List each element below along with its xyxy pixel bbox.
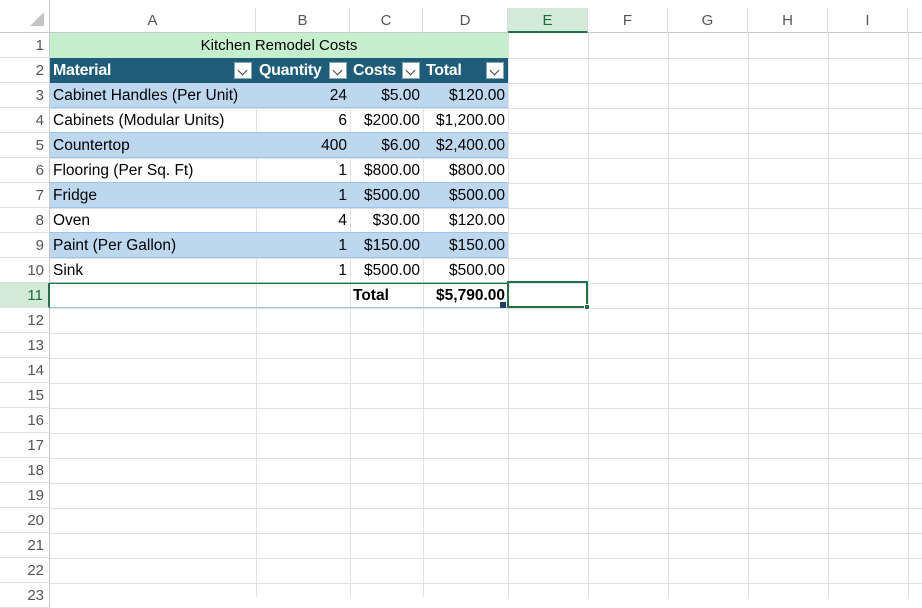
row-header-13[interactable]: 13 — [0, 333, 50, 358]
cell-quantity[interactable]: 1 — [256, 183, 350, 208]
gridline — [50, 583, 922, 584]
row-header-2[interactable]: 2 — [0, 58, 50, 83]
cell-material[interactable]: Cabinet Handles (Per Unit) — [50, 83, 256, 108]
gridline — [748, 33, 749, 597]
row-header-7[interactable]: 7 — [0, 183, 50, 208]
gridline — [50, 533, 922, 534]
cell-costs[interactable]: $200.00 — [350, 108, 423, 133]
row-header-8[interactable]: 8 — [0, 208, 50, 233]
row-header-18[interactable]: 18 — [0, 458, 50, 483]
row-header-4[interactable]: 4 — [0, 108, 50, 133]
cell-costs[interactable]: $150.00 — [350, 233, 423, 258]
column-header-g[interactable]: G — [668, 8, 748, 33]
cell-total[interactable]: $1,200.00 — [423, 108, 508, 133]
table-resize-handle[interactable] — [500, 302, 506, 308]
cell-quantity[interactable]: 1 — [256, 158, 350, 183]
row-header-21[interactable]: 21 — [0, 533, 50, 558]
column-header-b[interactable]: B — [256, 8, 350, 33]
cell-material[interactable]: Countertop — [50, 133, 256, 158]
gridline — [50, 358, 922, 359]
filter-dropdown-icon[interactable] — [329, 62, 347, 79]
column-header-h[interactable]: H — [748, 8, 828, 33]
row-header-12[interactable]: 12 — [0, 308, 50, 333]
cell-costs[interactable]: $800.00 — [350, 158, 423, 183]
cell-material[interactable]: Flooring (Per Sq. Ft) — [50, 158, 256, 183]
column-header-f[interactable]: F — [588, 8, 668, 33]
gridline — [588, 33, 589, 597]
total-label[interactable]: Total — [350, 283, 423, 308]
cell-total[interactable]: $500.00 — [423, 258, 508, 283]
cell-total[interactable]: $150.00 — [423, 233, 508, 258]
row-header-3[interactable]: 3 — [0, 83, 50, 108]
active-cell-selection[interactable] — [507, 281, 588, 308]
row-header-22[interactable]: 22 — [0, 558, 50, 583]
filter-dropdown-icon[interactable] — [234, 62, 252, 79]
row-header-16[interactable]: 16 — [0, 408, 50, 433]
cell-material[interactable]: Fridge — [50, 183, 256, 208]
gridline — [50, 408, 922, 409]
gridline — [50, 433, 922, 434]
gridline — [50, 558, 922, 559]
table-title[interactable]: Kitchen Remodel Costs — [50, 33, 508, 58]
gridline — [50, 508, 922, 509]
row-header-9[interactable]: 9 — [0, 233, 50, 258]
column-header-c[interactable]: C — [350, 8, 423, 33]
row-header-6[interactable]: 6 — [0, 158, 50, 183]
cell-quantity[interactable]: 6 — [256, 108, 350, 133]
cell-total[interactable]: $800.00 — [423, 158, 508, 183]
cell-quantity[interactable]: 24 — [256, 83, 350, 108]
gridline — [908, 33, 909, 597]
row-header-19[interactable]: 19 — [0, 483, 50, 508]
cell-total[interactable]: $120.00 — [423, 83, 508, 108]
cell-quantity[interactable]: 4 — [256, 208, 350, 233]
cell-material[interactable]: Paint (Per Gallon) — [50, 233, 256, 258]
cell-material[interactable]: Cabinets (Modular Units) — [50, 108, 256, 133]
row-header-11[interactable]: 11 — [0, 283, 50, 308]
cell-quantity[interactable]: 1 — [256, 258, 350, 283]
column-header-e[interactable]: E — [508, 8, 588, 33]
cell-costs[interactable]: $500.00 — [350, 258, 423, 283]
column-header-i[interactable]: I — [828, 8, 908, 33]
row-header-23[interactable]: 23 — [0, 583, 50, 608]
header-material[interactable]: Material — [50, 58, 256, 83]
cell-quantity[interactable]: 400 — [256, 133, 350, 158]
cell-total[interactable]: $2,400.00 — [423, 133, 508, 158]
cell-total[interactable]: $500.00 — [423, 183, 508, 208]
row-header-17[interactable]: 17 — [0, 433, 50, 458]
fill-handle[interactable] — [584, 304, 590, 310]
gridline — [508, 33, 509, 597]
gridline — [828, 33, 829, 597]
gridline — [50, 383, 922, 384]
cell-costs[interactable]: $500.00 — [350, 183, 423, 208]
gridline — [50, 458, 922, 459]
cell-material[interactable]: Sink — [50, 258, 256, 283]
cell-quantity[interactable]: 1 — [256, 233, 350, 258]
select-all-triangle-icon — [30, 12, 44, 26]
row-header-14[interactable]: 14 — [0, 358, 50, 383]
column-header-d[interactable]: D — [423, 8, 508, 33]
filter-dropdown-icon[interactable] — [486, 62, 504, 79]
row-header-20[interactable]: 20 — [0, 508, 50, 533]
gridline — [50, 333, 922, 334]
cell-costs[interactable]: $5.00 — [350, 83, 423, 108]
cell-material[interactable]: Oven — [50, 208, 256, 233]
cell-costs[interactable]: $6.00 — [350, 133, 423, 158]
row-header-15[interactable]: 15 — [0, 383, 50, 408]
row-header-1[interactable]: 1 — [0, 33, 50, 58]
cell-total[interactable]: $120.00 — [423, 208, 508, 233]
column-header-a[interactable]: A — [50, 8, 256, 33]
row-header-5[interactable]: 5 — [0, 133, 50, 158]
row-header-10[interactable]: 10 — [0, 258, 50, 283]
cell-costs[interactable]: $30.00 — [350, 208, 423, 233]
gridline — [50, 483, 922, 484]
gridline — [50, 308, 922, 309]
filter-dropdown-icon[interactable] — [402, 62, 420, 79]
gridline — [668, 33, 669, 597]
total-value[interactable]: $5,790.00 — [423, 283, 508, 308]
